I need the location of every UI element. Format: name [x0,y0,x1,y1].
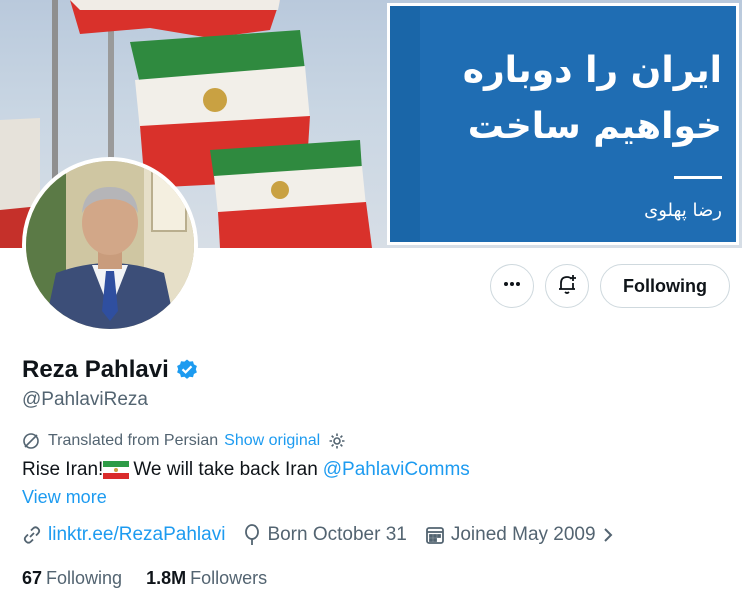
joined-text: Joined May 2009 [450,524,596,545]
verified-badge-icon[interactable] [175,358,199,382]
calendar-icon [425,525,445,545]
more-horizontal-icon [502,274,522,299]
following-count-link[interactable]: 67 Following [22,568,122,589]
balloon-icon [243,524,261,546]
following-count: 67 [22,568,43,588]
followers-count-link[interactable]: 1.8M Followers [146,568,267,589]
chevron-right-icon [602,526,614,544]
website-link[interactable]: linktr.ee/RezaPahlavi [48,524,225,546]
banner-slogan-panel: ایران را دوباره خواهیم ساخت رضا پهلوی [387,3,739,245]
translated-label: Translated from Persian [48,432,219,449]
profile-name-row: Reza Pahlavi [22,356,199,384]
bio-text-end: We will take back Iran [133,459,318,480]
translation-notice: Translated from Persian Show original [22,432,346,450]
avatar[interactable] [22,157,198,333]
bell-plus-icon [556,273,578,300]
profile-meta: linktr.ee/RezaPahlavi Born October 31 Jo… [22,524,632,546]
profile-bio: Rise Iran! We will take back Iran @Pahla… [22,459,470,481]
notifications-button[interactable] [545,264,589,308]
banner-divider [674,176,722,179]
display-name: Reza Pahlavi [22,356,169,383]
profile-handle: @PahlaviReza [22,389,148,410]
website-item: linktr.ee/RezaPahlavi [22,524,225,546]
banner-headline-line2: خواهیم ساخت [467,106,722,147]
show-original-link[interactable]: Show original [224,432,320,450]
gear-icon[interactable] [328,432,346,450]
birthday-text: Born October 31 [267,524,407,545]
banner-signature: رضا پهلوی [644,200,722,221]
birthday-item: Born October 31 [243,524,407,546]
bio-mention-link[interactable]: @PahlaviComms [323,459,470,481]
view-more-link[interactable]: View more [22,487,107,508]
link-icon [22,525,42,545]
followers-count: 1.8M [146,568,187,588]
followers-label: Followers [190,568,268,588]
iran-flag-icon [103,461,130,479]
profile-stats: 67 Following 1.8M Followers [22,568,291,589]
following-button[interactable]: Following [600,264,730,308]
translate-icon [22,432,40,450]
banner-headline-line1: ایران را دوباره [462,50,722,91]
joined-item[interactable]: Joined May 2009 [425,524,614,546]
following-label: Following [46,568,123,588]
bio-text-start: Rise Iran! [22,459,104,480]
more-options-button[interactable] [490,264,534,308]
